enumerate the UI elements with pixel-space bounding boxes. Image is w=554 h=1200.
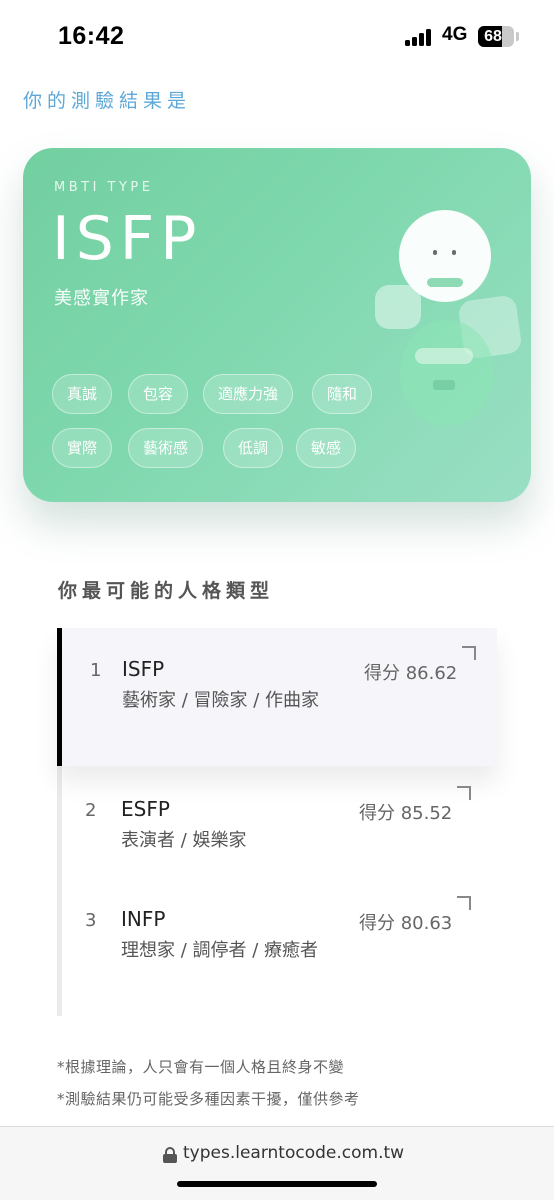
decor-shape [415, 348, 473, 364]
decor-shape [375, 285, 421, 329]
rank-score: 得分 80.63 [359, 913, 453, 934]
rank-number: 2 [85, 800, 97, 821]
rank-description: 藝術家 / 冒險家 / 作曲家 [122, 690, 320, 711]
url-text[interactable]: types.learntocode.com.tw [183, 1143, 404, 1163]
battery-cap [516, 32, 519, 41]
home-indicator[interactable] [177, 1181, 377, 1187]
trait-tag: 實際 [52, 428, 113, 468]
battery-level: 68 [484, 28, 502, 45]
battery-icon: 68 [478, 26, 514, 47]
status-time: 16:42 [58, 22, 125, 50]
face-illustration-icon [399, 210, 491, 302]
rank-number: 3 [85, 910, 97, 931]
footnote: *根據理論，人只會有一個人格且終身不變 [57, 1058, 345, 1076]
rank-description: 理想家 / 調停者 / 療癒者 [121, 940, 319, 961]
address-bar[interactable] [0, 1127, 554, 1200]
rank-score: 得分 85.52 [359, 803, 453, 824]
trait-tag: 適應力強 [203, 374, 294, 414]
ranking-title: 你最可能的人格類型 [58, 580, 275, 602]
decor-shape [400, 320, 494, 426]
ranking-item-2[interactable]: 2 ESFP 表演者 / 娛樂家 得分 85.52 [57, 776, 497, 872]
trait-tag: 真誠 [52, 374, 113, 414]
signal-icon [405, 28, 435, 46]
status-bar: 16:42 4G 68 [0, 0, 554, 70]
network-type: 4G [442, 24, 468, 45]
lock-icon [163, 1147, 177, 1163]
rank-type: ESFP [121, 797, 170, 821]
result-card: MBTI TYPE ISFP 美感實作家 真誠 包容 適應力強 隨和 實際 藝術… [23, 148, 531, 502]
type-name: 美感實作家 [54, 288, 149, 309]
rank-number: 1 [90, 660, 102, 681]
rank-type: ISFP [122, 657, 165, 681]
footnote: *測驗結果仍可能受多種因素干擾，僅供參考 [57, 1090, 360, 1108]
decor-shape [433, 380, 455, 390]
trait-tag: 包容 [128, 374, 189, 414]
ranking-item-3[interactable]: 3 INFP 理想家 / 調停者 / 療癒者 得分 80.63 [57, 886, 497, 1006]
rank-description: 表演者 / 娛樂家 [121, 830, 247, 851]
trait-tag: 低調 [223, 428, 284, 468]
corner-icon [457, 896, 471, 910]
rank-type: INFP [121, 907, 166, 931]
trait-tag: 藝術感 [128, 428, 204, 468]
ranking-item-1[interactable]: 1 ISFP 藝術家 / 冒險家 / 作曲家 得分 86.62 [57, 628, 497, 766]
mbti-type-label: MBTI TYPE [54, 180, 154, 195]
corner-icon [462, 646, 476, 660]
rank-score: 得分 86.62 [364, 663, 458, 684]
trait-tag: 隨和 [312, 374, 373, 414]
type-code: ISFP [52, 204, 203, 274]
result-heading: 你的測驗結果是 [23, 90, 192, 112]
trait-tag: 敏感 [296, 428, 357, 468]
corner-icon [457, 786, 471, 800]
